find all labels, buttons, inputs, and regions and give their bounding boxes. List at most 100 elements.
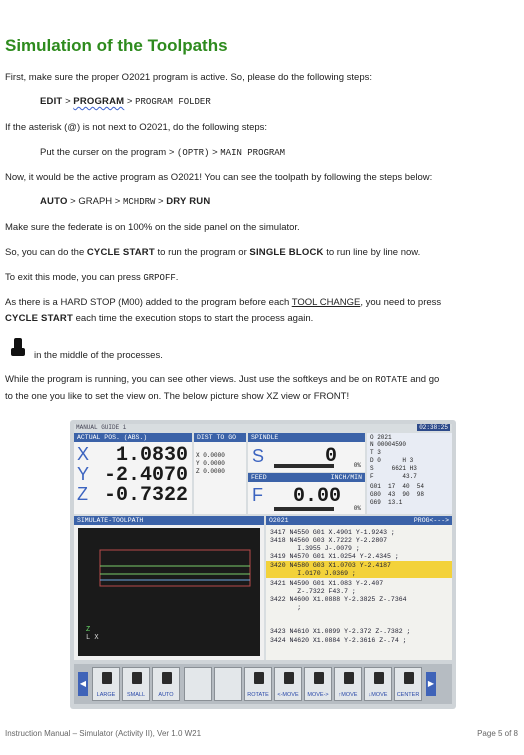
dtg-z-value: 0.0000 — [203, 468, 225, 475]
program-line[interactable]: I.3955 J-.0079 ; — [270, 545, 359, 553]
program-header: O2021 PROG<---> — [266, 516, 452, 525]
text: To exit this mode, you can press — [5, 272, 144, 283]
softkey-blank-button[interactable] — [214, 667, 242, 701]
program-line[interactable]: 3424 N4620 X1.0884 Y-2.3616 Z-.74 ; — [270, 637, 407, 645]
axis-z-label: Z — [77, 484, 88, 504]
cnc-display: MANUAL GUIDE i 02:38:25 ACTUAL POS. (ABS… — [74, 424, 452, 660]
edit-key: EDIT — [40, 96, 63, 107]
feed-units: INCH/MIN — [330, 474, 362, 481]
simulate-toolpath-panel: SIMULATE-TOOLPATH Z L X — [74, 516, 264, 660]
program-line[interactable]: 3422 N4600 X1.0888 Y-2.3825 Z-.7364 — [270, 596, 407, 604]
program-line[interactable]: ; — [270, 604, 301, 612]
pos-z-value: -0.7322 — [103, 484, 188, 507]
axis-x-label: X — [77, 444, 90, 464]
softkey-label: MOVE-> — [307, 692, 329, 698]
softkey-move-left-button[interactable]: <-MOVE — [274, 667, 302, 701]
program-line[interactable]: 3418 N4560 G03 X.7222 Y-2.2807 — [270, 537, 387, 545]
cycle-start-hand-icon — [11, 338, 25, 356]
paragraph-8: CYCLE START each time the execution stop… — [5, 312, 313, 325]
section-title: Simulation of the Toolpaths — [5, 36, 228, 55]
modal-line: O 2021 — [370, 434, 392, 441]
dtg-z: Z 0.0000 — [196, 468, 225, 475]
text: to run line by line now. — [323, 247, 421, 258]
feed-label: FEED — [251, 474, 267, 481]
paragraph-2: If the asterisk (@) is not next to O2021… — [5, 122, 268, 133]
pos-y-value: -2.4070 — [103, 464, 188, 487]
softkey-label: LARGE — [96, 692, 116, 698]
spindle-panel: S 0 0% — [248, 442, 365, 472]
dtg-x: X 0.0000 — [196, 452, 225, 459]
graph-key: GRAPH — [78, 196, 113, 207]
optr-key: (OPTR) — [177, 148, 210, 158]
feed-pct: 0% — [353, 505, 361, 512]
modal-line: G69 13.1 — [370, 499, 403, 506]
program-listing-panel: O2021 PROG<---> 3417 N4550 G01 X.4901 Y-… — [266, 516, 452, 660]
softkey-label: ↑MOVE — [338, 692, 358, 698]
separator: > — [124, 96, 136, 107]
modal-line: D 0 H 3 — [370, 457, 414, 464]
spindle-load-bar — [274, 464, 334, 468]
softkey-small-button[interactable]: SMALL — [122, 667, 150, 701]
program-line[interactable]: 3419 N4570 G01 X1.0254 Y-2.4345 ; — [270, 553, 399, 561]
softkey-icon — [374, 672, 384, 684]
auto-key: AUTO — [40, 196, 68, 207]
softkey-move-right-button[interactable]: MOVE-> — [304, 667, 332, 701]
dist-to-go-panel: X 0.0000 Y 0.0000 Z 0.0000 — [194, 442, 246, 514]
step-text: Put the curser on the program > — [40, 147, 178, 158]
feed-panel: F 0.00 0% — [248, 482, 365, 514]
footer-left: Instruction Manual – Simulator (Activity… — [5, 729, 202, 738]
program-key: PROGRAM — [73, 96, 125, 107]
tool-change-text: TOOL CHANGE — [291, 297, 361, 308]
separator: > — [62, 96, 74, 107]
softkey-blank-button[interactable] — [184, 667, 212, 701]
softkey-next-button[interactable]: ▶ — [426, 672, 436, 696]
program-line[interactable]: 3423 N4610 X1.0899 Y-2.372 Z-.7382 ; — [270, 628, 410, 636]
softkey-label: AUTO — [158, 692, 174, 698]
softkey-rotate-button[interactable]: ROTATE — [244, 667, 272, 701]
softkey-center-button[interactable]: CENTER — [394, 667, 422, 701]
modal-line: T 3 — [370, 449, 381, 456]
softkey-large-button[interactable]: LARGE — [92, 667, 120, 701]
program-line[interactable]: 3417 N4550 G01 X.4901 Y-1.9243 ; — [270, 529, 395, 537]
program-line[interactable]: Z-.7322 F43.7 ; — [270, 588, 356, 596]
stock-outline — [99, 549, 251, 587]
softkey-prev-button[interactable]: ◀ — [78, 672, 88, 696]
softkey-label: ↓MOVE — [368, 692, 388, 698]
softkey-label: ROTATE — [247, 692, 269, 698]
paragraph-5: So, you can do the CYCLE START to run th… — [5, 246, 420, 259]
text: . — [175, 272, 179, 283]
actual-pos-panel: X Y Z 1.0830 -2.4070 -0.7322 — [74, 442, 192, 514]
softkey-auto-button[interactable]: AUTO — [152, 667, 180, 701]
document-page: Simulation of the Toolpaths First, make … — [0, 0, 524, 755]
modal-line: G80 43 90 98 — [370, 491, 425, 498]
toolpath-svg — [99, 549, 251, 587]
separator: > — [112, 196, 123, 207]
text: While the program is running, you can se… — [5, 374, 376, 385]
program-line-current[interactable]: I.0170 J.0369 ; — [270, 570, 356, 578]
text: , you need to press — [360, 297, 442, 308]
toolpath-view[interactable]: Z L X — [78, 528, 260, 656]
pos-x-value: 1.0830 — [115, 444, 188, 467]
paragraph-4: Make sure the federate is on 100% on the… — [5, 222, 300, 233]
paragraph-11: to the one you like to set the view on. … — [5, 391, 350, 402]
paragraph-9: in the middle of the processes. — [34, 350, 163, 361]
softkey-move-down-button[interactable]: ↓MOVE — [364, 667, 392, 701]
paragraph-3: Now, it would be the active program as O… — [5, 172, 433, 183]
softkey-icon — [314, 672, 324, 684]
feed-load-bar — [274, 507, 334, 511]
paragraph-6: To exit this mode, you can press GRPOFF. — [5, 271, 178, 285]
modal-line: N 00004590 — [370, 441, 407, 448]
softkey-label: <-MOVE — [277, 692, 299, 698]
screen-topbar: MANUAL GUIDE i 02:38:25 — [74, 424, 452, 432]
paragraph-10: While the program is running, you can se… — [5, 373, 439, 387]
program-line-current[interactable]: 3420 N4580 G03 X1.0703 Y-2.4187 — [270, 562, 391, 570]
cycle-start-key: CYCLE START — [86, 247, 155, 258]
rotate-key: ROTATE — [375, 375, 408, 385]
dtg-y: Y 0.0000 — [196, 460, 225, 467]
paragraph-7: As there is a HARD STOP (M00) added to t… — [5, 296, 441, 309]
program-folder-key: PROGRAM FOLDER — [135, 97, 211, 107]
step-dry-run: AUTO > GRAPH > MCHDRW > DRY RUN — [40, 195, 210, 209]
program-line[interactable]: 3421 N4590 G01 X1.083 Y-2.407 — [270, 580, 383, 588]
softkey-move-up-button[interactable]: ↑MOVE — [334, 667, 362, 701]
dry-run-key: DRY RUN — [166, 196, 211, 207]
